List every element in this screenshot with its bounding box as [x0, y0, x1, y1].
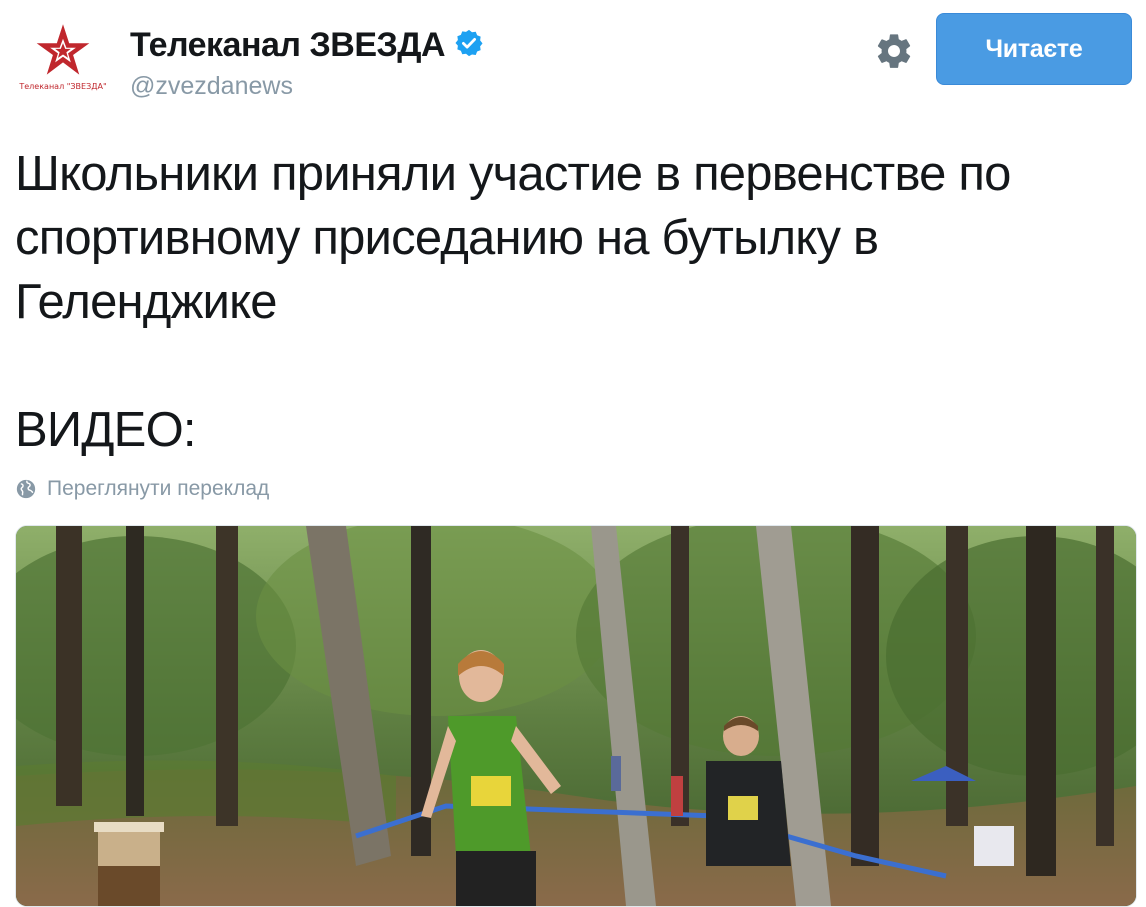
tweet-text-line: Геленджике	[15, 275, 278, 329]
tweet-text-line: Школьники приняли участие в первенстве п…	[15, 147, 1011, 201]
red-star-logo-icon	[36, 24, 90, 75]
tweet-media[interactable]	[15, 525, 1137, 907]
avatar-caption: Телеканал "ЗВЕЗДА"	[19, 82, 107, 91]
translate-label: Переглянути переклад	[47, 477, 270, 500]
translate-link[interactable]: Переглянути переклад	[15, 477, 269, 501]
display-name[interactable]: Телеканал ЗВЕЗДА	[130, 26, 446, 65]
globe-icon	[16, 479, 36, 499]
verified-badge-icon	[455, 29, 483, 56]
forest-race-photo-icon	[16, 526, 1136, 906]
video-label: ВИДЕО:	[15, 403, 197, 457]
tweet-header: Телеканал "ЗВЕЗДА" Телеканал ЗВЕЗДА @zve…	[0, 0, 1146, 120]
tweet-text-line: спортивному приседанию на бутылку в	[15, 211, 879, 265]
display-name-row: Телеканал ЗВЕЗДА	[130, 26, 484, 65]
tweet-text: Школьники приняли участие в первенстве п…	[15, 142, 1125, 462]
gear-icon[interactable]	[874, 31, 914, 71]
avatar[interactable]: Телеканал "ЗВЕЗДА"	[15, 18, 111, 114]
account-handle[interactable]: @zvezdanews	[130, 72, 293, 101]
follow-button[interactable]: Читаєте	[936, 13, 1132, 85]
